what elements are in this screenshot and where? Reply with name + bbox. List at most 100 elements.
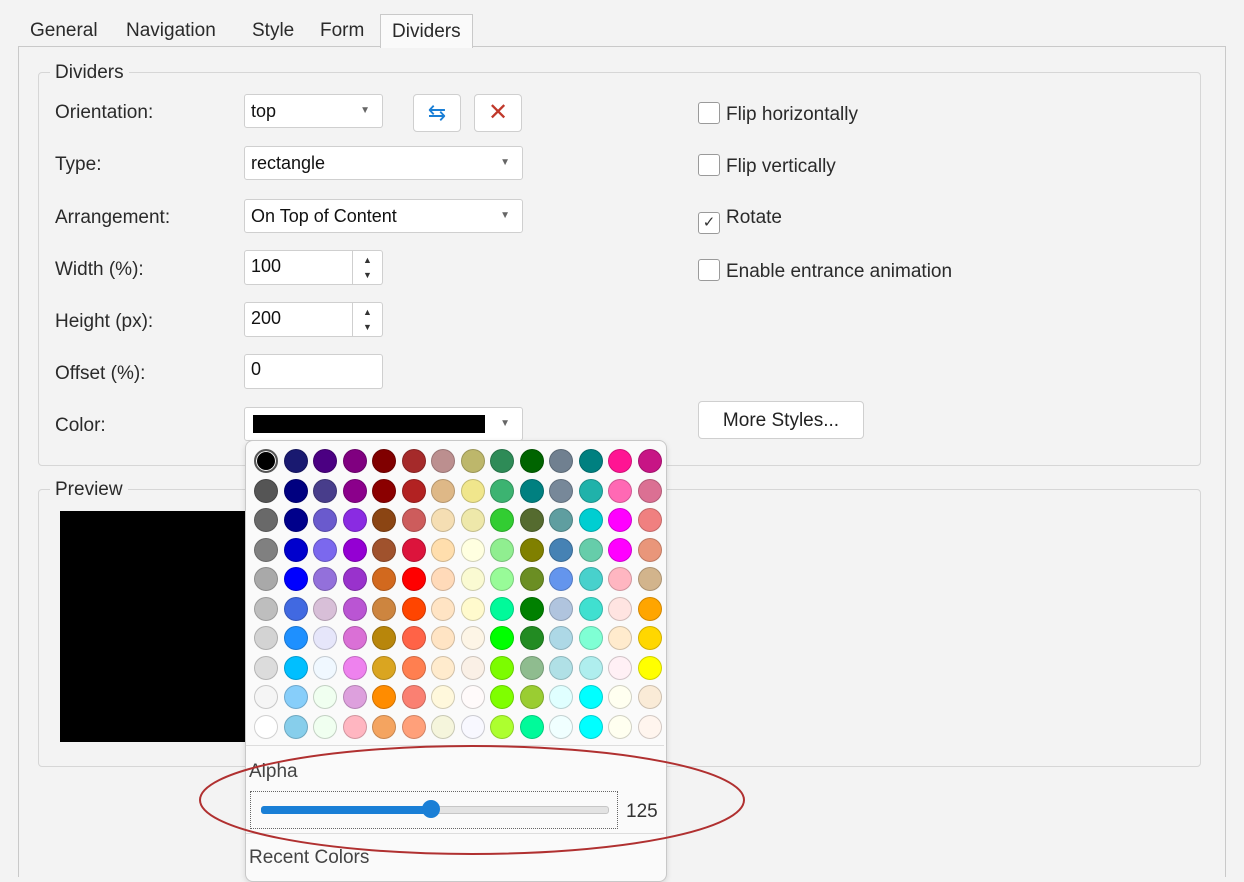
tab-style[interactable]: Style <box>241 14 305 46</box>
tab-dividers[interactable]: Dividers <box>380 14 473 48</box>
color-swatch-option[interactable] <box>431 626 455 650</box>
color-swatch-option[interactable] <box>490 537 514 562</box>
color-swatch-option[interactable] <box>578 626 603 650</box>
rotate-checkbox[interactable]: ✓ Rotate <box>698 207 782 234</box>
color-swatch-option[interactable] <box>637 685 662 709</box>
color-swatch-option[interactable] <box>372 626 396 650</box>
color-swatch-option[interactable] <box>254 596 278 621</box>
color-select[interactable]: ▼ <box>244 407 523 441</box>
color-swatch-option[interactable] <box>460 685 485 709</box>
color-swatch-option[interactable] <box>578 508 603 532</box>
color-swatch-option[interactable] <box>519 537 544 562</box>
color-swatch-option[interactable] <box>549 626 573 650</box>
color-swatch-option[interactable] <box>490 449 514 473</box>
color-swatch-option[interactable] <box>342 449 367 473</box>
color-swatch-option[interactable] <box>313 537 337 562</box>
color-swatch-option[interactable] <box>283 626 308 650</box>
color-swatch-option[interactable] <box>490 626 514 650</box>
color-swatch-option[interactable] <box>313 685 337 709</box>
color-swatch-option[interactable] <box>254 714 278 739</box>
color-swatch-option[interactable] <box>578 449 603 473</box>
color-swatch-option[interactable] <box>549 478 573 503</box>
color-swatch-option[interactable] <box>401 508 426 532</box>
color-swatch-option[interactable] <box>578 714 603 739</box>
width-spinbox[interactable]: 100 ▲ ▼ <box>244 250 383 285</box>
color-swatch-option[interactable] <box>254 655 278 680</box>
color-swatch-option[interactable] <box>460 478 485 503</box>
color-swatch-option[interactable] <box>401 655 426 680</box>
tab-form[interactable]: Form <box>309 14 375 46</box>
color-swatch-option[interactable] <box>608 567 632 591</box>
color-swatch-option[interactable] <box>401 596 426 621</box>
color-swatch-option[interactable] <box>549 449 573 473</box>
color-swatch-option[interactable] <box>342 685 367 709</box>
color-swatch-option[interactable] <box>254 626 278 650</box>
color-swatch-option[interactable] <box>254 478 278 503</box>
step-up-icon[interactable]: ▲ <box>363 308 372 317</box>
color-swatch-option[interactable] <box>313 596 337 621</box>
color-swatch-option[interactable] <box>283 596 308 621</box>
color-swatch-option[interactable] <box>519 714 544 739</box>
color-swatch-option[interactable] <box>519 478 544 503</box>
color-swatch-option[interactable] <box>490 508 514 532</box>
color-swatch-option[interactable] <box>313 626 337 650</box>
color-swatch-option[interactable] <box>342 478 367 503</box>
checkbox-box[interactable] <box>698 259 720 281</box>
type-select[interactable]: rectangle ▼ <box>244 146 523 180</box>
color-swatch-option[interactable] <box>460 596 485 621</box>
color-swatch-option[interactable] <box>401 626 426 650</box>
color-swatch-option[interactable] <box>401 478 426 503</box>
color-swatch-option[interactable] <box>283 478 308 503</box>
color-swatch-option[interactable] <box>254 508 278 532</box>
color-swatch-option[interactable] <box>372 478 396 503</box>
color-swatch-option[interactable] <box>637 478 662 503</box>
tab-general[interactable]: General <box>19 14 109 46</box>
color-swatch-option[interactable] <box>372 508 396 532</box>
color-swatch-option[interactable] <box>342 714 367 739</box>
checkbox-box[interactable] <box>698 154 720 176</box>
step-down-icon[interactable]: ▼ <box>363 271 372 280</box>
checkbox-box[interactable]: ✓ <box>698 212 720 234</box>
color-swatch-option[interactable] <box>254 537 278 562</box>
color-swatch-option[interactable] <box>401 567 426 591</box>
color-swatch-option[interactable] <box>372 685 396 709</box>
swap-button[interactable]: ⇆ <box>413 94 461 132</box>
color-swatch-option[interactable] <box>313 508 337 532</box>
color-swatch-option[interactable] <box>578 596 603 621</box>
flip-vertically-checkbox[interactable]: Flip vertically <box>698 154 836 178</box>
color-swatch-option[interactable] <box>578 478 603 503</box>
color-swatch-option[interactable] <box>401 537 426 562</box>
flip-horizontally-checkbox[interactable]: Flip horizontally <box>698 102 858 126</box>
color-swatch-option[interactable] <box>431 478 455 503</box>
offset-input[interactable]: 0 <box>244 354 383 389</box>
color-swatch-option[interactable] <box>283 685 308 709</box>
height-spinbox[interactable]: 200 ▲ ▼ <box>244 302 383 337</box>
color-swatch-option[interactable] <box>490 685 514 709</box>
color-swatch-option[interactable] <box>342 655 367 680</box>
color-swatch-option[interactable] <box>519 508 544 532</box>
tab-navigation[interactable]: Navigation <box>115 14 227 46</box>
height-stepper[interactable]: ▲ ▼ <box>352 303 382 336</box>
color-swatch-option[interactable] <box>342 567 367 591</box>
color-swatch-option[interactable] <box>460 537 485 562</box>
color-swatch-option[interactable] <box>431 537 455 562</box>
color-swatch-option[interactable] <box>549 537 573 562</box>
color-swatch-option[interactable] <box>372 655 396 680</box>
color-swatch-option[interactable] <box>460 449 485 473</box>
color-swatch-option[interactable] <box>490 567 514 591</box>
color-swatch-option[interactable] <box>519 567 544 591</box>
color-swatch-option[interactable] <box>637 567 662 591</box>
color-swatch-option[interactable] <box>608 537 632 562</box>
color-swatch-option[interactable] <box>549 714 573 739</box>
color-swatch-option[interactable] <box>519 626 544 650</box>
step-down-icon[interactable]: ▼ <box>363 323 372 332</box>
orientation-select[interactable]: top ▼ <box>244 94 383 128</box>
color-swatch-option[interactable] <box>549 685 573 709</box>
color-swatch-option[interactable] <box>254 449 278 473</box>
color-swatch-option[interactable] <box>342 626 367 650</box>
color-swatch-option[interactable] <box>342 537 367 562</box>
remove-divider-button[interactable]: ✕ <box>474 94 522 132</box>
color-swatch-option[interactable] <box>490 478 514 503</box>
color-swatch-option[interactable] <box>490 655 514 680</box>
color-swatch-option[interactable] <box>578 655 603 680</box>
